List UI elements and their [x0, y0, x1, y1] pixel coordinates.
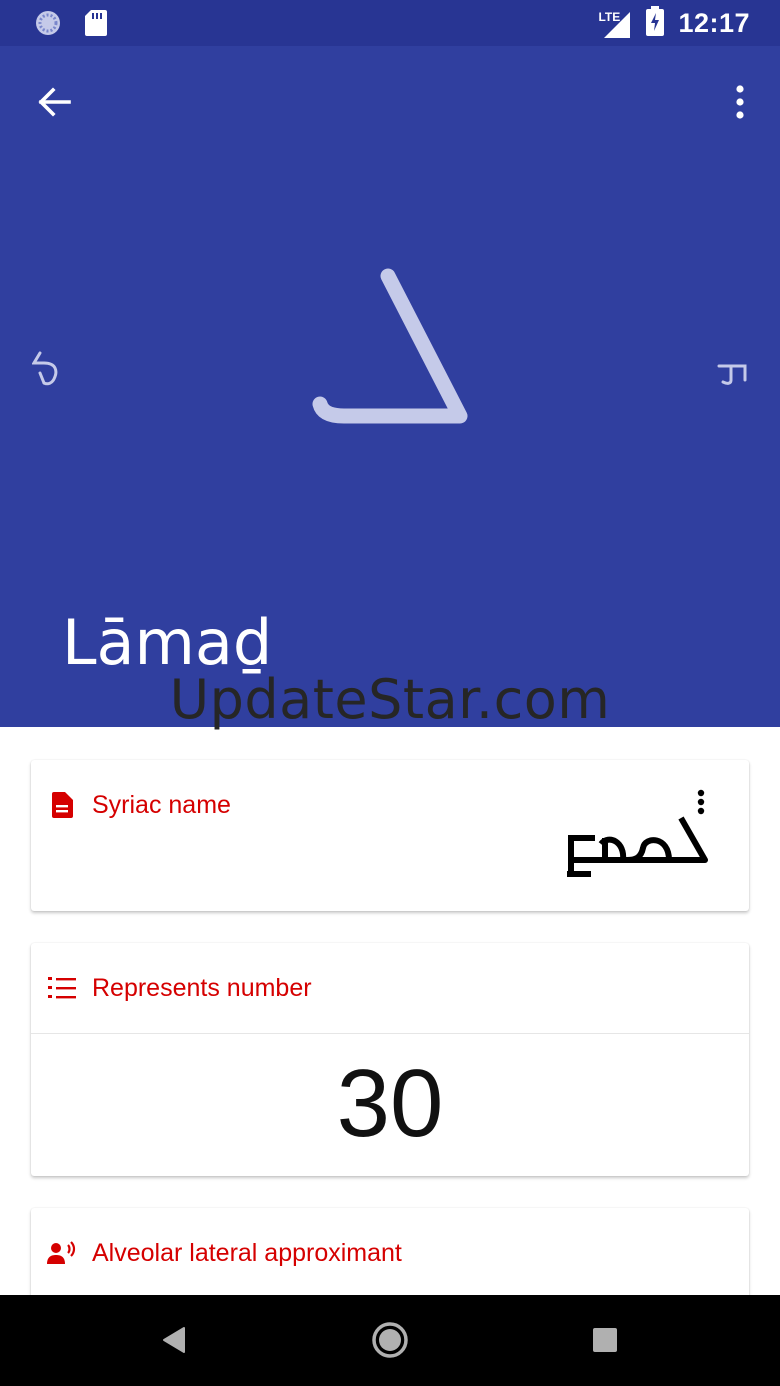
card-title: Alveolar lateral approximant: [92, 1238, 402, 1267]
watermark: UpdateStar.com: [169, 668, 611, 731]
status-right: LTE 12:17: [598, 6, 750, 41]
nav-recents-icon: [592, 1327, 618, 1358]
sd-card-icon: [84, 9, 108, 42]
next-letter-button[interactable]: [708, 336, 758, 406]
nav-home-button[interactable]: [365, 1317, 415, 1367]
clock: 12:17: [678, 8, 750, 38]
current-letter-glyph: [300, 266, 480, 436]
nav-back-button[interactable]: [150, 1317, 200, 1367]
card-title: Represents number: [92, 973, 312, 1002]
card-title: Syriac name: [92, 790, 231, 819]
nav-home-icon: [370, 1320, 410, 1365]
syriac-name-card: Syriac name: [31, 760, 749, 911]
signal-icon: LTE: [598, 8, 632, 40]
more-vert-icon: [735, 84, 745, 124]
represents-number-card: Represents number 30: [31, 943, 749, 1176]
more-options-button[interactable]: [722, 78, 758, 130]
battery-icon: [646, 6, 665, 41]
nav-recents-button[interactable]: [580, 1317, 630, 1367]
card-header: Alveolar lateral approximant: [31, 1208, 749, 1298]
syriac-name-value: [565, 784, 715, 889]
pronunciation-card: Alveolar lateral approximant: [31, 1208, 749, 1308]
next-letter-glyph: [717, 352, 749, 391]
sync-icon: [34, 9, 62, 42]
back-button[interactable]: [28, 78, 80, 130]
document-icon: [47, 790, 77, 820]
voice-icon: [47, 1238, 77, 1268]
previous-letter-glyph: [31, 349, 62, 394]
system-navigation-bar: [0, 1295, 780, 1386]
letter-header: Lāmaḏ: [0, 46, 780, 727]
status-bar: LTE 12:17: [0, 0, 780, 46]
status-left: [34, 9, 108, 42]
numbered-list-icon: [47, 973, 77, 1003]
card-header: Represents number: [31, 943, 749, 1033]
back-arrow-icon: [37, 86, 71, 122]
previous-letter-button[interactable]: [22, 336, 72, 406]
number-value: 30: [336, 1050, 444, 1157]
nav-back-icon: [162, 1326, 188, 1359]
